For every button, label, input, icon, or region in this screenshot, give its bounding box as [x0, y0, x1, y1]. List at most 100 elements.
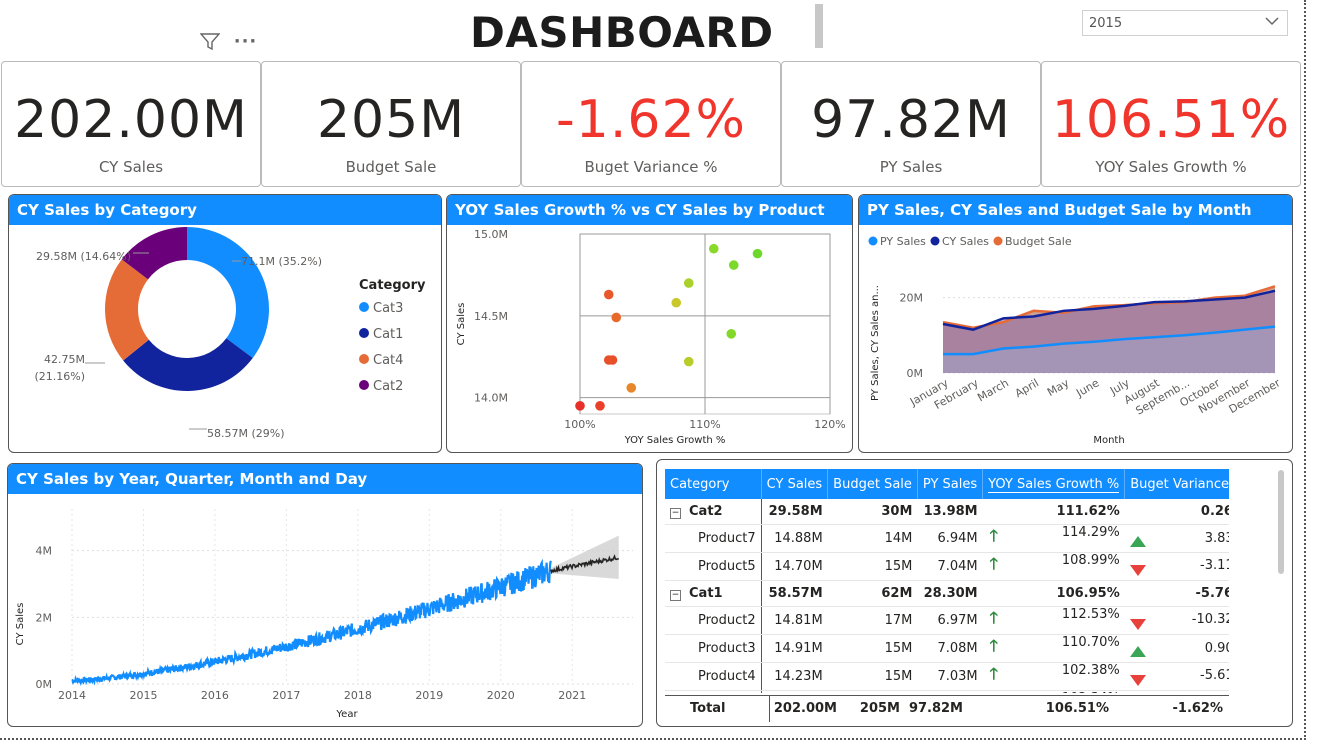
x-tick-label: April [1013, 376, 1041, 400]
cell-category: Product7 [665, 524, 762, 553]
cell-cy-sales: 14.88M [761, 524, 828, 553]
x-tick-label: 2015 [129, 689, 157, 702]
kpi-label: CY Sales [98, 158, 164, 176]
matrix-product-row[interactable]: Product2 14.81M17M6.97M 🡑 112.53% -10.32% [665, 606, 1229, 635]
kpi-card-cy-sales[interactable]: 202.00M CY Sales [1, 61, 261, 187]
total-label: Total [690, 701, 726, 716]
kpi-card-budget-variance[interactable]: -1.62% Buget Variance % [521, 61, 781, 187]
triangle-up-icon [1129, 535, 1146, 547]
kpi-label: Budget Sale [345, 158, 437, 176]
cell-py-sales: 7.04M [917, 552, 983, 581]
y-tick-label: 2M [36, 611, 53, 624]
area-chart-card[interactable]: PY Sales, CY Sales and Budget Sale by Mo… [858, 194, 1293, 453]
x-axis-title: Year [335, 709, 358, 720]
donut-chart[interactable]: 71.1M (35.2%) 58.57M (29%) 42.75M (21.16%) 2… [9, 225, 441, 452]
kpi-card-budget-sale[interactable]: 205M Budget Sale [261, 61, 521, 187]
y-axis-title: CY Sales [456, 303, 467, 346]
scatter-chart-card[interactable]: YOY Sales Growth % vs CY Sales by Produc… [446, 194, 853, 453]
timeseries-chart-card[interactable]: CY Sales by Year, Quarter, Month and Day… [7, 463, 643, 727]
x-tick-label: 2017 [272, 689, 300, 702]
filter-icon[interactable] [199, 33, 226, 56]
cell-yoy-growth: 111.62% [982, 499, 1125, 525]
matrix-product-row[interactable]: Product3 14.91M15M7.08M 🡑 110.70% 0.90% [665, 634, 1229, 663]
col-header-category[interactable]: Category [665, 469, 762, 499]
x-tick-label: 2021 [558, 689, 586, 702]
arrow-up-icon: 🡑 [989, 608, 998, 627]
cell-category: − Cat1 [665, 580, 762, 607]
scatter-point [595, 401, 605, 411]
cell-budget-variance: 3.83% [1124, 524, 1229, 553]
matrix-product-row[interactable]: Product7 14.88M14M6.94M 🡑 114.29% 3.83% [665, 524, 1229, 553]
donut-data-label: 71.1M (35.2%) [241, 255, 322, 268]
kpi-card-py-sales[interactable]: 97.82M PY Sales [781, 61, 1041, 187]
cell-cy-sales: 14.91M [761, 634, 828, 663]
matrix-table: Category CY Sales Budget Sale PY Sales Y… [665, 469, 1229, 693]
yoy-value: 110.70% [1061, 635, 1120, 650]
donut-chart-card[interactable]: CY Sales by Category 71.1M (35.2%) 58.57M… [8, 194, 442, 453]
donut-data-label: 58.57M (29%) [207, 427, 285, 440]
triangle-up-icon [1129, 645, 1146, 657]
scatter-chart[interactable]: 14.0M 14.5M 15.0M 100% 110% 120% YOY Sales Gro… [447, 225, 852, 452]
page-border-right [1304, 0, 1306, 740]
col-header-budget-variance[interactable]: Buget Variance % [1124, 469, 1229, 499]
total-yoy-growth: 106.51% [1045, 701, 1109, 716]
col-header-py-sales[interactable]: PY Sales [917, 469, 984, 499]
yoy-value: 102.38% [1061, 663, 1120, 678]
cell-yoy-growth: 106.95% [982, 580, 1125, 607]
total-py-sales: 97.82M [908, 701, 963, 716]
y-tick-label: 20M [900, 292, 924, 305]
scatter-chart-title: YOY Sales Growth % vs CY Sales by Produc… [447, 195, 852, 225]
matrix-product-row[interactable]: Product114.62M16M7.23M 🡑 102.34% -7.39% [665, 690, 1229, 693]
product-name: Product4 [698, 669, 756, 684]
matrix-scrollbar[interactable] [1278, 470, 1284, 574]
col-header-cy-sales[interactable]: CY Sales [761, 469, 829, 499]
variance-value: 0.26% [1200, 504, 1229, 519]
triangle-down-icon [1129, 674, 1146, 686]
cell-budget-variance: -3.11% [1124, 552, 1229, 581]
cell-budget-variance: -7.39% [1124, 690, 1229, 693]
cell-py-sales: 28.30M [917, 580, 983, 607]
kpi-value: -1.62% [556, 90, 746, 150]
cell-budget-sale: 17M [827, 606, 918, 635]
col-header-yoy-growth[interactable]: YOY Sales Growth % [982, 469, 1126, 499]
matrix-product-row[interactable]: Product5 14.70M15M7.04M 🡑 108.99% -3.11% [665, 552, 1229, 581]
variance-value: -10.32% [1191, 611, 1229, 627]
variance-value: -5.61% [1200, 667, 1229, 683]
y-tick-label: 0M [36, 678, 53, 691]
donut-chart-title: CY Sales by Category [9, 195, 441, 225]
matrix-body[interactable]: Category CY Sales Budget Sale PY Sales Y… [665, 469, 1229, 693]
cell-budget-sale: 15M [827, 634, 918, 663]
kpi-value: 205M [316, 90, 466, 150]
matrix-category-row[interactable]: −Cat229.58M30M13.98M111.62%0.26% [665, 499, 1229, 525]
category-name: Cat1 [689, 586, 723, 601]
area-chart[interactable]: PY Sales CY Sales Budget Sale0M20MJanuaryF… [859, 225, 1292, 452]
more-options-icon[interactable]: ··· [234, 31, 258, 52]
donut-data-label: 29.58M (14.64%) [36, 250, 131, 263]
legend-marker [868, 236, 878, 246]
legend-item: Cat3 [373, 301, 403, 316]
scatter-point [575, 401, 585, 411]
cell-cy-sales: 14.23M [761, 662, 828, 691]
matrix-card[interactable]: Category CY Sales Budget Sale PY Sales Y… [656, 459, 1293, 727]
cell-budget-variance: 0.26% [1124, 499, 1229, 525]
donut-slice-cat3 [187, 227, 269, 359]
year-slicer-value: 2015 [1089, 16, 1123, 31]
col-header-budget-sale[interactable]: Budget Sale [827, 469, 918, 499]
collapse-icon[interactable]: − [670, 508, 681, 519]
legend-item: Budget Sale [1005, 235, 1072, 248]
matrix-category-row[interactable]: −Cat158.57M62M28.30M106.95%-5.76% [665, 580, 1229, 607]
x-tick-label: 2020 [487, 689, 515, 702]
col-header-yoy-growth-label: YOY Sales Growth % [988, 476, 1120, 493]
matrix-product-row[interactable]: Product4 14.23M15M7.03M 🡑 102.38% -5.61% [665, 662, 1229, 691]
year-slicer-dropdown[interactable]: 2015 [1082, 10, 1288, 36]
scatter-point [671, 297, 682, 308]
y-axis-title: PY Sales, CY Sales an... [870, 285, 881, 401]
kpi-card-yoy-growth[interactable]: 106.51% YOY Sales Growth % [1041, 61, 1301, 187]
collapse-icon[interactable]: − [670, 590, 681, 601]
x-tick-label: 110% [689, 418, 720, 431]
scatter-point [607, 355, 618, 365]
category-name: Cat2 [689, 504, 723, 519]
x-tick-label: March [975, 376, 1011, 404]
kpi-value: 106.51% [1051, 90, 1291, 150]
timeseries-chart[interactable]: 0M 2M 4M 2014 2015 2016 2017 2018 2019 2020 2021 Ye… [8, 494, 642, 726]
